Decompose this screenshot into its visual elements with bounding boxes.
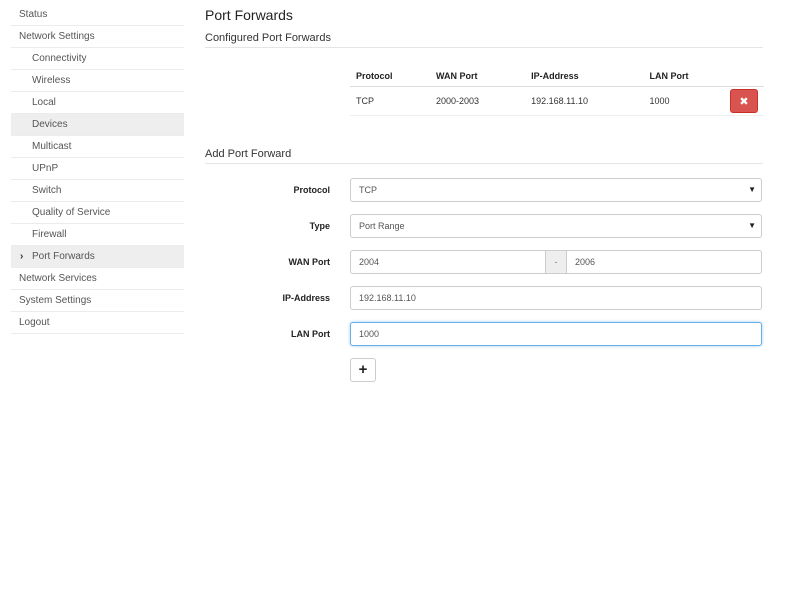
table-row: TCP 2000-2003 192.168.11.10 1000 ✖ [350, 86, 764, 116]
wan-port-label: WAN Port [288, 257, 331, 267]
sidebar-item-label: Wireless [32, 75, 71, 86]
lan-port-label: LAN Port [291, 329, 330, 339]
type-select[interactable]: Port Range ▼ [350, 214, 762, 238]
sidebar-item-label: Network Services [19, 273, 97, 284]
lan-port-input[interactable]: 1000 [350, 322, 762, 346]
ip-address-input[interactable]: 192.168.11.10 [350, 286, 762, 310]
sidebar-item-connectivity[interactable]: Connectivity [11, 48, 184, 70]
wan-port-from-input[interactable]: 2004 [350, 250, 546, 274]
cell-lan-port: 1000 [643, 86, 724, 116]
lan-port-value: 1000 [359, 329, 380, 339]
col-protocol-header: Protocol [350, 66, 430, 87]
wan-port-to-value: 2006 [575, 257, 596, 267]
protocol-select[interactable]: TCP ▼ [350, 178, 762, 202]
page-title: Port Forwards [205, 7, 293, 23]
cell-actions: ✖ [724, 86, 764, 116]
ip-address-value: 192.168.11.10 [359, 293, 416, 303]
type-select-value: Port Range [359, 221, 405, 231]
sidebar-item-logout[interactable]: Logout [11, 312, 184, 334]
lan-port-row: LAN Port 1000 [205, 322, 763, 346]
port-forward-table: Protocol WAN Port IP-Address LAN Port TC… [350, 66, 764, 116]
caret-down-icon: ▼ [748, 185, 756, 194]
sidebar-item-system-settings[interactable]: System Settings [11, 290, 184, 312]
type-label: Type [309, 221, 330, 231]
caret-down-icon: ▼ [748, 221, 756, 230]
sidebar-item-qos[interactable]: Quality of Service [11, 202, 184, 224]
sidebar-item-network-settings[interactable]: Network Settings [11, 26, 184, 48]
wan-port-to-input[interactable]: 2006 [566, 250, 762, 274]
sidebar-item-label: Quality of Service [32, 207, 111, 218]
sidebar-item-label: Logout [19, 317, 50, 328]
wan-port-separator: - [545, 250, 567, 274]
wan-port-row: WAN Port 2004 - 2006 [205, 250, 763, 274]
sidebar-item-local[interactable]: Local [11, 92, 184, 114]
delete-button[interactable]: ✖ [730, 89, 758, 113]
sidebar-item-wireless[interactable]: Wireless [11, 70, 184, 92]
sidebar-item-switch[interactable]: Switch [11, 180, 184, 202]
sidebar-item-label: UPnP [32, 163, 59, 174]
wan-port-from-value: 2004 [359, 257, 380, 267]
type-row: Type Port Range ▼ [205, 214, 763, 238]
cell-wan-port: 2000-2003 [430, 86, 526, 116]
configured-heading: Configured Port Forwards [205, 32, 763, 48]
chevron-right-icon: › [20, 251, 24, 262]
sidebar-item-label: Connectivity [32, 53, 87, 64]
sidebar-nav: Status Network Settings Connectivity Wir… [11, 4, 184, 334]
protocol-label: Protocol [293, 185, 330, 195]
sidebar-item-label: Firewall [32, 229, 67, 240]
sidebar-item-firewall[interactable]: Firewall [11, 224, 184, 246]
protocol-select-value: TCP [359, 185, 377, 195]
protocol-row: Protocol TCP ▼ [205, 178, 763, 202]
sidebar-item-port-forwards[interactable]: › Port Forwards [11, 246, 184, 268]
sidebar-item-upnp[interactable]: UPnP [11, 158, 184, 180]
sidebar-item-network-services[interactable]: Network Services [11, 268, 184, 290]
sidebar-item-label: Multicast [32, 141, 72, 152]
add-heading: Add Port Forward [205, 148, 763, 164]
plus-icon: + [358, 361, 368, 378]
sidebar-item-label: Devices [32, 119, 68, 130]
col-lan-port-header: LAN Port [643, 66, 724, 87]
cell-protocol: TCP [350, 86, 430, 116]
col-actions-header [724, 66, 764, 87]
col-wan-port-header: WAN Port [430, 66, 526, 87]
sidebar-item-label: Switch [32, 185, 62, 196]
sidebar-item-status[interactable]: Status [11, 4, 184, 26]
sidebar-item-label: Network Settings [19, 31, 95, 42]
close-icon: ✖ [739, 95, 749, 108]
cell-ip-address: 192.168.11.10 [525, 86, 644, 116]
ip-address-label: IP-Address [282, 293, 330, 303]
sidebar-item-multicast[interactable]: Multicast [11, 136, 184, 158]
col-ip-address-header: IP-Address [525, 66, 644, 87]
sidebar-item-label: Status [19, 9, 48, 20]
sidebar-item-label: Local [32, 97, 56, 108]
sidebar-item-label: System Settings [19, 295, 92, 306]
add-port-forward-button[interactable]: + [350, 358, 376, 382]
ip-address-row: IP-Address 192.168.11.10 [205, 286, 763, 310]
sidebar-item-devices[interactable]: Devices [11, 114, 184, 136]
sidebar-item-label: Port Forwards [32, 251, 95, 262]
table-header-row: Protocol WAN Port IP-Address LAN Port [350, 66, 764, 87]
